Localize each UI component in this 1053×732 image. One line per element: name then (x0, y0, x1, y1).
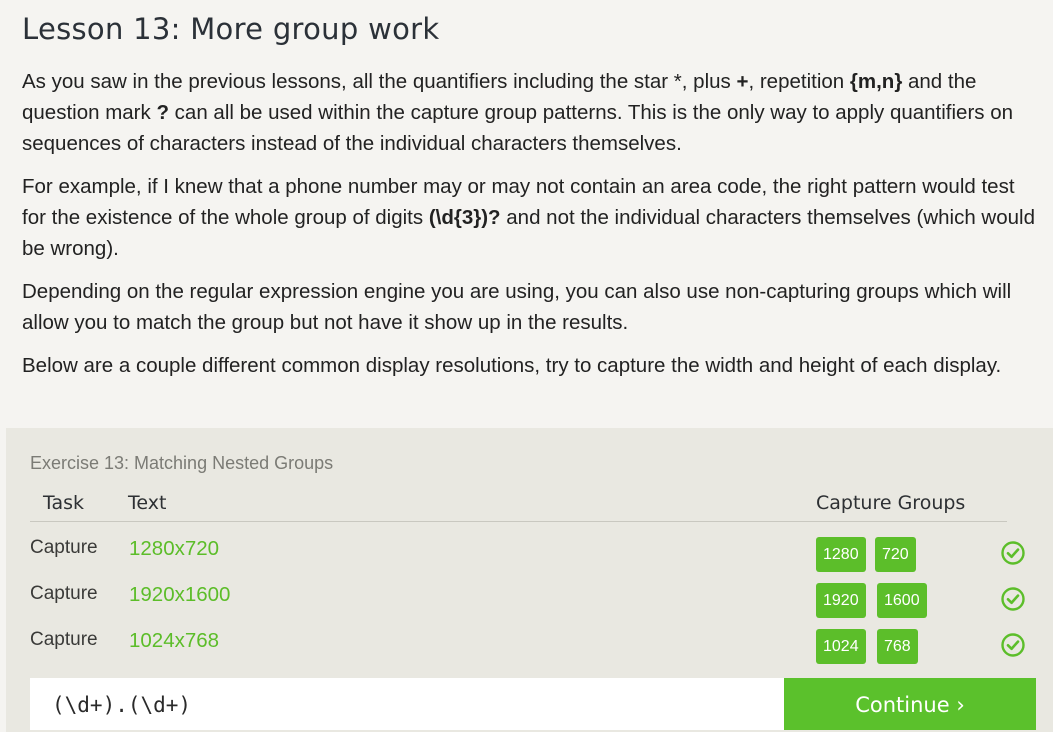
text-span: , repetition (748, 70, 850, 93)
capture-group-chip: 1280 (816, 537, 866, 572)
continue-button[interactable]: Continue › (784, 678, 1036, 730)
star-quantifier: * (673, 70, 682, 93)
table-row: Capture 1024x768 1024 768 (6, 629, 1053, 675)
lesson-paragraph-noncapturing: Depending on the regular expression engi… (22, 280, 1012, 334)
lesson-paragraph-example: For example, if I knew that a phone numb… (22, 172, 1042, 264)
repetition-quantifier: {m,n} (849, 70, 903, 93)
test-string: 1280x720 (129, 537, 220, 560)
example-pattern: (\d{3})? (428, 205, 501, 229)
text-span: , plus (681, 70, 737, 93)
table-row: Capture 1920x1600 1920 1600 (6, 583, 1053, 629)
capture-group-chip: 1920 (816, 583, 866, 618)
lesson-paragraph-instructions: Below are a couple different common disp… (22, 354, 1002, 377)
lesson-paragraph-quantifiers: As you saw in the previous lessons, all … (22, 67, 1042, 159)
capture-group-chip: 768 (877, 629, 918, 664)
header-divider (30, 521, 1007, 522)
test-string: 1920x1600 (129, 583, 231, 606)
exercise-title: Exercise 13: Matching Nested Groups (30, 453, 334, 473)
test-string: 1024x768 (129, 629, 220, 652)
task-label: Capture (30, 629, 98, 650)
task-label: Capture (30, 583, 98, 604)
column-header-task: Task (43, 492, 85, 514)
task-label: Capture (30, 537, 98, 558)
check-icon (1001, 587, 1025, 611)
exercise-panel: Exercise 13: Matching Nested Groups Task… (6, 428, 1053, 732)
question-mark-quantifier: ? (156, 100, 169, 124)
regex-input[interactable]: (\d+).(\d+) (30, 678, 785, 730)
plus-quantifier: + (736, 70, 749, 93)
capture-group-chip: 1024 (816, 629, 866, 664)
check-icon (1001, 541, 1025, 565)
text-span: As you saw in the previous lessons, all … (22, 70, 674, 93)
capture-group-chip: 720 (875, 537, 916, 572)
page-title: Lesson 13: More group work (22, 12, 440, 46)
capture-group-chip: 1600 (877, 583, 927, 618)
table-row: Capture 1280x720 1280 720 (6, 537, 1053, 583)
text-span: can all be used within the capture group… (22, 100, 1014, 155)
check-icon (1001, 633, 1025, 657)
column-header-text: Text (128, 492, 167, 514)
column-header-capture-groups: Capture Groups (816, 492, 966, 514)
